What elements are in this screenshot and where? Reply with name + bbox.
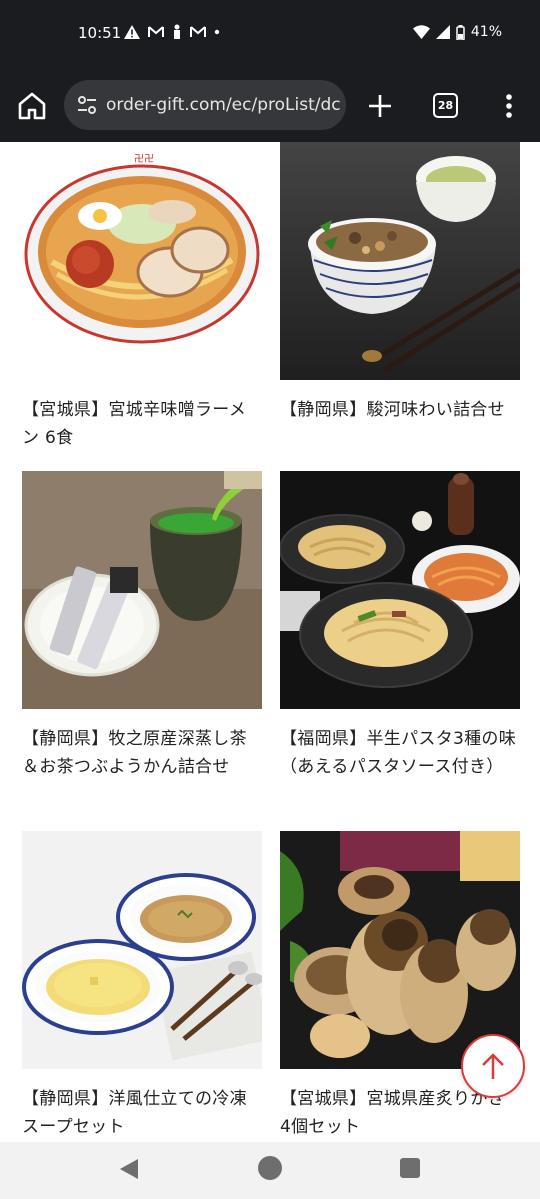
arrow-up-icon (482, 1053, 504, 1079)
product-name[interactable]: 【静岡県】駿河味わい詰合せ (280, 396, 520, 424)
scroll-to-top-button[interactable] (461, 1034, 525, 1098)
home-nav-icon[interactable] (258, 1156, 282, 1180)
new-tab-icon[interactable] (366, 92, 394, 120)
soup-image[interactable] (22, 831, 262, 1069)
person-icon (174, 24, 180, 39)
product-card[interactable]: 【静岡県】牧之原産深蒸し茶＆お茶つぶようかん詰合せ (22, 471, 262, 781)
browser-toolbar: order-gift.com/ec/proList/dc 28 (0, 68, 540, 142)
ramen-image[interactable]: 卍卍 (22, 142, 262, 380)
pasta-image[interactable] (280, 471, 520, 709)
product-card[interactable]: 卍卍 【宮城県】宮城辛味噌ラーメン 6食 (22, 142, 262, 452)
site-settings-icon[interactable] (76, 94, 98, 116)
product-card[interactable]: 【静岡県】洋風仕立ての冷凍スープセット (22, 831, 262, 1141)
system-status: 41% (412, 24, 502, 40)
warning-icon (124, 24, 140, 39)
signal-icon (435, 25, 450, 39)
battery-icon (456, 24, 465, 40)
wifi-icon (412, 25, 430, 39)
back-icon[interactable] (118, 1157, 140, 1181)
home-icon[interactable] (16, 90, 48, 122)
product-name[interactable]: 【静岡県】洋風仕立ての冷凍スープセット (22, 1085, 262, 1141)
battery-percent: 41% (470, 24, 502, 40)
gmail-icon (148, 25, 164, 37)
product-card[interactable]: 【福岡県】半生パスタ3種の味（あえるパスタソース付き） (280, 471, 520, 781)
dot-icon (214, 29, 220, 34)
url-text[interactable]: order-gift.com/ec/proList/dc (106, 95, 341, 115)
product-card[interactable]: 【静岡県】駿河味わい詰合せ (280, 142, 520, 424)
more-menu-icon[interactable] (500, 92, 518, 120)
system-navigation-bar (0, 1142, 540, 1199)
oyster-image[interactable] (280, 831, 520, 1069)
tab-count: 28 (437, 99, 454, 112)
notification-icons (124, 24, 220, 39)
address-bar[interactable]: order-gift.com/ec/proList/dc (64, 80, 346, 130)
svg-text:卍卍: 卍卍 (134, 153, 154, 165)
green-tea-image[interactable] (22, 471, 262, 709)
product-name[interactable]: 【宮城県】宮城辛味噌ラーメン 6食 (22, 396, 262, 452)
product-name[interactable]: 【静岡県】牧之原産深蒸し茶＆お茶つぶようかん詰合せ (22, 725, 262, 781)
recent-apps-icon[interactable] (400, 1158, 420, 1178)
product-name[interactable]: 【福岡県】半生パスタ3種の味（あえるパスタソース付き） (280, 725, 520, 781)
status-time: 10:51 (78, 24, 122, 42)
status-bar: 10:51 41% (0, 0, 540, 68)
rice-bowl-image[interactable] (280, 142, 520, 380)
tab-switcher-button[interactable]: 28 (433, 93, 458, 118)
product-list: 卍卍 【宮城県】宮城辛味噌ラーメン 6食 【静岡県】駿河味わい詰合せ 【静岡県】… (0, 142, 540, 1142)
gmail-icon (190, 25, 206, 37)
